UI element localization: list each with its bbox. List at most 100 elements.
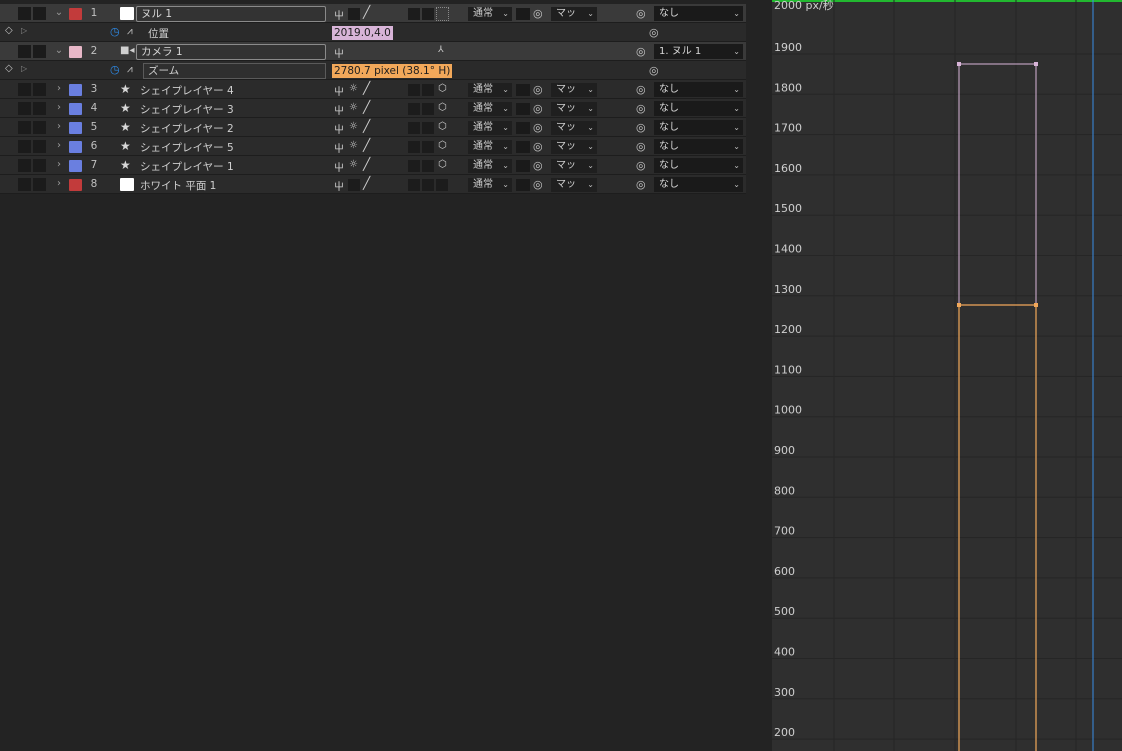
chevron-down-icon[interactable]: ⌄: [53, 6, 65, 20]
layer-name[interactable]: シェイプレイヤー 3: [140, 102, 234, 117]
parent-select[interactable]: なし ⌄: [654, 6, 743, 21]
cube-3d-icon[interactable]: ⬡: [438, 83, 447, 94]
shy-icon[interactable]: ⼬: [334, 121, 344, 136]
sun-collapse-icon[interactable]: ☼: [349, 102, 358, 113]
keyframe-nav-arrow[interactable]: ▷: [21, 26, 27, 35]
graph-icon[interactable]: ⩘: [127, 26, 133, 37]
parent-select[interactable]: なし ⌄: [654, 139, 743, 154]
track-matte-select[interactable]: マッ ⌄: [551, 121, 597, 135]
track-matte-select[interactable]: マッ ⌄: [551, 102, 597, 116]
chevron-right-icon[interactable]: ›: [53, 101, 65, 115]
blend-mode-select[interactable]: 通常 ⌄: [468, 7, 512, 21]
effects-switch[interactable]: [408, 103, 420, 115]
blend-mode-select[interactable]: 通常 ⌄: [468, 140, 512, 154]
spiral-pickwhip-icon[interactable]: ◎: [636, 83, 646, 96]
effects-switch[interactable]: [408, 179, 420, 191]
keyframe-handle[interactable]: [957, 62, 961, 66]
cube-3d-icon[interactable]: ⬡: [438, 121, 447, 132]
effects-switch[interactable]: [408, 160, 420, 172]
blend-mode-select[interactable]: 通常 ⌄: [468, 159, 512, 173]
layer-row[interactable]: › 4 ★ シェイプレイヤー 3 ⼬ ☼ ╱ ⬡ 通常 ⌄ ◎ マッ ⌄ ◎ なし ⌄: [0, 99, 746, 118]
blend-mode-select[interactable]: 通常 ⌄: [468, 83, 512, 97]
property-value[interactable]: 2780.7 pixel (38.1° H): [332, 64, 453, 78]
quality-slash-icon[interactable]: ╱: [363, 138, 370, 152]
spiral-icon[interactable]: ◎: [533, 121, 543, 134]
graph-icon[interactable]: ⩘: [127, 64, 133, 75]
property-value[interactable]: 2019.0,4.0: [332, 26, 393, 40]
label-color-chip[interactable]: [69, 122, 82, 134]
label-color-chip[interactable]: [69, 141, 82, 153]
position-speed-curve[interactable]: [958, 63, 1037, 751]
layer-name[interactable]: シェイプレイヤー 2: [140, 121, 234, 136]
layer-name-field[interactable]: ヌル 1: [136, 6, 326, 22]
blend-mode-select[interactable]: 通常 ⌄: [468, 178, 512, 192]
keyframe-handle[interactable]: [1034, 62, 1038, 66]
collapse-switch[interactable]: [348, 8, 360, 20]
layer-name[interactable]: シェイプレイヤー 4: [140, 83, 234, 98]
property-row[interactable]: ◇ ▷ ◷ ⩘ 位置 2019.0,4.0 ◎: [0, 23, 746, 42]
keyframe-handle[interactable]: [1034, 303, 1038, 307]
sun-collapse-icon[interactable]: ☼: [349, 83, 358, 94]
solo-switch[interactable]: [33, 178, 46, 191]
graph-editor[interactable]: 1900 1800 1700 1600 1500 1400 1300 1200 1100 1000…: [772, 0, 1122, 751]
adjustment-switch[interactable]: [436, 7, 449, 21]
collapse-switch[interactable]: [348, 179, 360, 191]
cube-3d-icon[interactable]: ⬡: [438, 140, 447, 151]
frame-blend-switch[interactable]: [422, 8, 434, 20]
label-color-chip[interactable]: [69, 46, 82, 58]
stopwatch-icon[interactable]: ◷: [110, 25, 120, 38]
visibility-switch[interactable]: [18, 178, 31, 191]
panel-divider[interactable]: [746, 0, 772, 751]
quality-slash-icon[interactable]: ╱: [363, 100, 370, 114]
quality-slash-icon[interactable]: ╱: [363, 81, 370, 95]
chevron-down-icon[interactable]: ⌄: [53, 44, 65, 58]
spiral-pickwhip-icon[interactable]: ◎: [649, 26, 659, 39]
blend-mode-select[interactable]: 通常 ⌄: [468, 121, 512, 135]
parent-select[interactable]: なし ⌄: [654, 158, 743, 173]
quality-slash-icon[interactable]: ╱: [363, 157, 370, 171]
shy-icon[interactable]: ⼬: [334, 7, 344, 22]
property-row[interactable]: ◇ ▷ ◷ ⩘ ズーム 2780.7 pixel (38.1° H) ◎: [0, 61, 746, 80]
layer-row[interactable]: › 6 ★ シェイプレイヤー 5 ⼬ ☼ ╱ ⬡ 通常 ⌄ ◎ マッ ⌄ ◎ なし ⌄: [0, 137, 746, 156]
spiral-pickwhip-icon[interactable]: ◎: [636, 159, 646, 172]
layer-name[interactable]: ホワイト 平面 1: [140, 178, 216, 193]
preserve-transparency[interactable]: [516, 103, 530, 115]
frame-blend-switch[interactable]: [422, 179, 434, 191]
solo-switch[interactable]: [33, 102, 46, 115]
solo-switch[interactable]: [33, 140, 46, 153]
solo-switch[interactable]: [33, 7, 46, 20]
effects-switch[interactable]: [408, 84, 420, 96]
spiral-pickwhip-icon[interactable]: ◎: [636, 121, 646, 134]
visibility-switch[interactable]: [18, 140, 31, 153]
blend-mode-select[interactable]: 通常 ⌄: [468, 102, 512, 116]
frame-blend-switch[interactable]: [422, 122, 434, 134]
layer-row[interactable]: › 3 ★ シェイプレイヤー 4 ⼬ ☼ ╱ ⬡ 通常 ⌄ ◎ マッ ⌄ ◎ なし ⌄: [0, 80, 746, 99]
visibility-switch[interactable]: [18, 45, 31, 58]
effects-switch[interactable]: [408, 141, 420, 153]
parent-select[interactable]: なし ⌄: [654, 101, 743, 116]
cube-3d-icon[interactable]: ⬡: [438, 159, 447, 170]
spiral-pickwhip-icon[interactable]: ◎: [636, 178, 646, 191]
parent-select[interactable]: なし ⌄: [654, 82, 743, 97]
layer-name[interactable]: シェイプレイヤー 5: [140, 140, 234, 155]
layer-row[interactable]: ⌄ 2 ■◂ カメラ 1 ⼬ ⅄ ◎ 1. ヌル 1 ⌄: [0, 42, 746, 61]
graph-editor-canvas[interactable]: 1900 1800 1700 1600 1500 1400 1300 1200 1100 1000…: [772, 0, 1122, 751]
parent-select[interactable]: 1. ヌル 1 ⌄: [654, 44, 743, 59]
parent-select[interactable]: なし ⌄: [654, 177, 743, 192]
visibility-switch[interactable]: [18, 7, 31, 20]
spiral-icon[interactable]: ◎: [533, 159, 543, 172]
visibility-switch[interactable]: [18, 121, 31, 134]
chevron-right-icon[interactable]: ›: [53, 139, 65, 153]
layer-name-field[interactable]: カメラ 1: [136, 44, 326, 60]
sun-collapse-icon[interactable]: ☼: [349, 159, 358, 170]
label-color-chip[interactable]: [69, 103, 82, 115]
layer-name[interactable]: シェイプレイヤー 1: [140, 159, 234, 174]
spiral-pickwhip-icon[interactable]: ◎: [636, 140, 646, 153]
stopwatch-icon[interactable]: ◷: [110, 63, 120, 76]
keyframe-nav-arrow[interactable]: ▷: [21, 64, 27, 73]
property-name-field[interactable]: ズーム: [143, 63, 326, 79]
shy-icon[interactable]: ⼬: [334, 45, 344, 60]
track-matte-select[interactable]: マッ ⌄: [551, 159, 597, 173]
spiral-icon[interactable]: ◎: [533, 178, 543, 191]
spiral-pickwhip-icon[interactable]: ◎: [636, 102, 646, 115]
